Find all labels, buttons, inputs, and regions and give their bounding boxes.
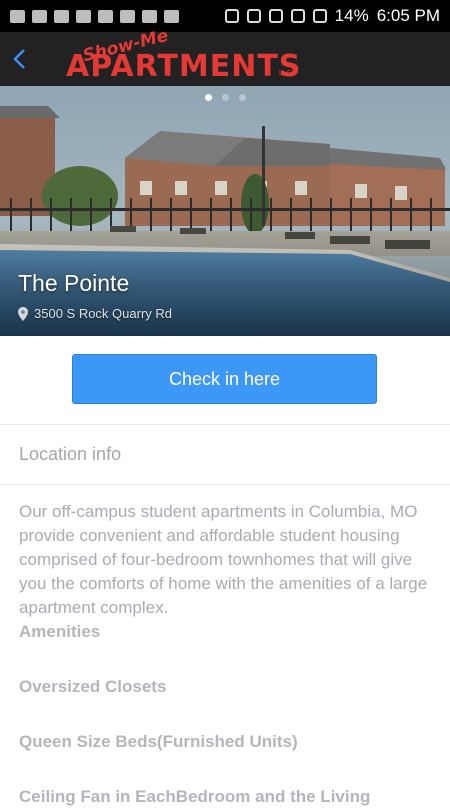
wifi-icon xyxy=(290,9,305,23)
mail-icon xyxy=(54,9,69,23)
check-in-button[interactable]: Check in here xyxy=(72,354,377,404)
signal-icon xyxy=(312,9,327,23)
location-info-heading: Location info xyxy=(0,425,450,485)
nfc-icon xyxy=(224,9,239,23)
carousel-dot-active[interactable] xyxy=(204,94,212,101)
checkin-section: Check in here xyxy=(0,336,450,425)
facebook-icon xyxy=(32,9,47,23)
gmail-icon xyxy=(120,9,135,23)
back-button[interactable] xyxy=(0,32,40,86)
carousel-dot[interactable] xyxy=(221,94,229,101)
alarm-icon xyxy=(268,9,283,23)
property-title: The Pointe xyxy=(18,270,130,296)
amenity-item: Ceiling Fan in EachBedroom and the Livin… xyxy=(19,787,371,806)
hero-image[interactable]: The Pointe 3500 S Rock Quarry Rd xyxy=(0,86,450,336)
amenities-heading: Amenities xyxy=(19,622,101,641)
logo-apartments: APARTMENTS xyxy=(66,49,302,84)
amenity-item: Oversized Closets xyxy=(19,677,167,696)
carousel-indicator xyxy=(0,94,450,101)
location-info-section: Location info Our off-campus student apa… xyxy=(0,425,450,806)
logo-llc: LLC xyxy=(279,70,292,77)
address-text: 3500 S Rock Quarry Rd xyxy=(34,306,173,321)
system-icons: 14% 6:05 PM xyxy=(224,6,440,26)
clock: 6:05 PM xyxy=(376,6,440,25)
property-address: 3500 S Rock Quarry Rd xyxy=(18,306,172,321)
image-icon xyxy=(76,9,91,23)
status-bar: 14% 6:05 PM xyxy=(0,0,450,32)
carousel-dot[interactable] xyxy=(238,94,246,101)
amenity-item: Queen Size Beds(Furnished Units) xyxy=(19,732,298,751)
email-icon xyxy=(142,9,157,23)
notification-icons xyxy=(10,9,179,23)
logo: Show-Me APARTMENTS LLC xyxy=(42,26,300,86)
back-arrow-icon xyxy=(13,49,25,69)
emoji-icon xyxy=(98,9,113,23)
battery-level: 14% xyxy=(334,6,369,25)
chat-icon xyxy=(10,9,25,23)
apartment-photo xyxy=(0,86,450,336)
location-pin-icon xyxy=(18,306,28,321)
location-description: Our off-campus student apartments in Col… xyxy=(19,502,428,617)
mute-icon xyxy=(246,9,261,23)
app-icon xyxy=(164,9,179,23)
app-bar: Show-Me APARTMENTS LLC xyxy=(0,26,450,86)
